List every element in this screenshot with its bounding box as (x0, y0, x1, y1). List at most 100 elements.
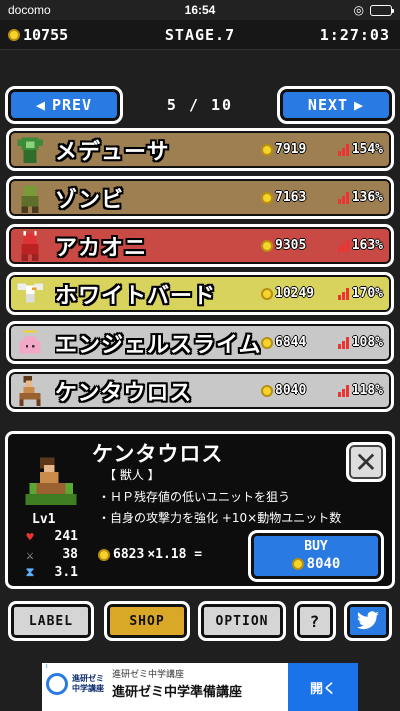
attack-value: 38 (62, 547, 78, 562)
battery-icon (370, 4, 394, 16)
monster-rate: 136% (325, 190, 383, 205)
heart-icon: ♥ (26, 529, 34, 544)
monster-rate: 108% (325, 335, 383, 350)
centaur-portrait-icon (25, 457, 77, 505)
ad-subtitle: 進研ゼミ中学講座 (112, 669, 185, 679)
buy-price-value: 8040 (306, 556, 341, 572)
monster-cost-value: 6844 (275, 335, 307, 350)
hourglass-icon: ⧗ (25, 565, 35, 579)
help-button[interactable]: ? (294, 601, 336, 641)
monster-rate-value: 118% (351, 383, 383, 398)
ad-info-icon[interactable]: i (46, 663, 48, 670)
unit-name: ケンタウロス (92, 442, 224, 466)
monster-rate-value: 136% (351, 190, 383, 205)
next-page-button[interactable]: NEXT ▶ (277, 86, 395, 124)
monster-row[interactable]: ゾンビ 7163 136% (6, 176, 394, 219)
monster-row[interactable]: メデューサ 7919 154% (6, 128, 394, 171)
option-button[interactable]: OPTION (198, 601, 286, 641)
monster-row[interactable]: ケンタウロス 8040 118% (6, 369, 394, 412)
triangle-right-icon: ▶ (354, 96, 365, 114)
monster-row[interactable]: アカオニ 9305 163% (6, 224, 394, 267)
monster-cost-value: 8040 (275, 383, 307, 398)
unit-type: 【 獣人 】 (104, 468, 160, 482)
monster-cost-value: 7919 (275, 142, 307, 157)
monster-name: アカオニ (55, 235, 148, 261)
coin-icon (261, 143, 273, 156)
ad-open-button[interactable]: 開く (288, 663, 358, 711)
multiplier: ×1.18 = (147, 547, 203, 562)
bar-chart-icon (337, 287, 349, 300)
monster-cost-value: 10249 (275, 286, 315, 301)
white-bird-icon (17, 282, 43, 302)
red-oni-icon (21, 230, 39, 261)
location-icon: ◎ (353, 3, 364, 17)
monster-cost: 6844 (261, 335, 325, 350)
clock: 16:54 (184, 3, 216, 17)
status-right: ◎ (353, 3, 394, 17)
coin-icon (261, 384, 273, 397)
monster-rate: 170% (325, 286, 383, 301)
coin-icon (98, 548, 110, 561)
monster-rate: 163% (325, 238, 383, 253)
play-timer: 1:27:03 (319, 26, 390, 44)
status-bar: docomo 16:54 ◎ (0, 0, 400, 20)
monster-cost: 7919 (261, 142, 325, 157)
monster-name: エンジェルスライム (55, 332, 261, 358)
bar-chart-icon (337, 336, 349, 349)
monster-name: ゾンビ (55, 187, 125, 213)
price-formula: 6823 ×1.18 = (98, 547, 202, 562)
monster-rate-value: 163% (351, 238, 383, 253)
bar-chart-icon (337, 384, 349, 397)
shop-button[interactable]: SHOP (104, 601, 190, 641)
close-panel-button[interactable]: ✕ (346, 442, 386, 482)
twitter-button[interactable] (344, 601, 392, 641)
zombie-icon (21, 184, 39, 213)
twitter-bird-icon (356, 611, 379, 630)
bar-chart-icon (337, 143, 349, 156)
monster-name: ケンタウロス (55, 380, 193, 406)
monster-rate-value: 108% (351, 335, 383, 350)
monster-rate: 154% (325, 142, 383, 157)
monster-cost-value: 7163 (275, 190, 307, 205)
monster-cost: 10249 (261, 286, 325, 301)
unit-level: Lv1 (32, 512, 56, 527)
base-cost: 6823 (113, 547, 145, 562)
coin-icon (291, 558, 304, 570)
monster-row[interactable]: ホワイトバード 10249 170% (6, 272, 394, 315)
bar-chart-icon (337, 191, 349, 204)
monster-cost: 8040 (261, 383, 325, 398)
buy-button[interactable]: BUY 8040 (248, 530, 384, 582)
monster-rate-value: 170% (351, 286, 383, 301)
monster-rate: 118% (325, 383, 383, 398)
game-hud: 10755 STAGE.7 1:27:03 (0, 20, 400, 50)
coin-icon (261, 191, 273, 204)
monster-cost: 9305 (261, 238, 325, 253)
buy-price: 8040 (251, 556, 381, 572)
monster-cost: 7163 (261, 190, 325, 205)
ad-brand: 進研ゼミ 中学講座 (72, 674, 104, 693)
monster-row[interactable]: エンジェルスライム 6844 108% (6, 321, 394, 364)
buy-label: BUY (304, 539, 328, 554)
coin-icon (261, 239, 273, 252)
monster-rate-value: 154% (351, 142, 383, 157)
brand-logo-icon (46, 673, 68, 695)
monster-name: ホワイトバード (55, 283, 217, 309)
hp-stat: ♥ 241 (24, 529, 78, 544)
attack-stat: ⚔ 38 (24, 547, 78, 562)
close-icon: ✕ (354, 445, 378, 479)
speed-value: 3.1 (54, 565, 78, 580)
coin-icon (261, 336, 273, 349)
monster-cost-value: 9305 (275, 238, 307, 253)
label-button[interactable]: LABEL (8, 601, 94, 641)
next-label: NEXT (307, 96, 349, 114)
angel-slime-icon (19, 329, 41, 354)
medusa-icon (17, 136, 43, 163)
hp-value: 241 (54, 529, 78, 544)
bar-chart-icon (337, 239, 349, 252)
ad-headline: 進研ゼミ中学準備講座 (112, 684, 243, 699)
coin-icon (261, 287, 273, 300)
ad-banner[interactable]: i 進研ゼミ 中学講座 進研ゼミ中学講座 進研ゼミ中学準備講座 開く (42, 663, 358, 711)
unit-desc-2: ・自身の攻撃力を強化 +10×動物ユニット数 (98, 511, 342, 525)
unit-desc-1: ・ＨＰ残存値の低いユニットを狙う (98, 490, 291, 504)
sword-icon: ⚔ (26, 547, 34, 562)
